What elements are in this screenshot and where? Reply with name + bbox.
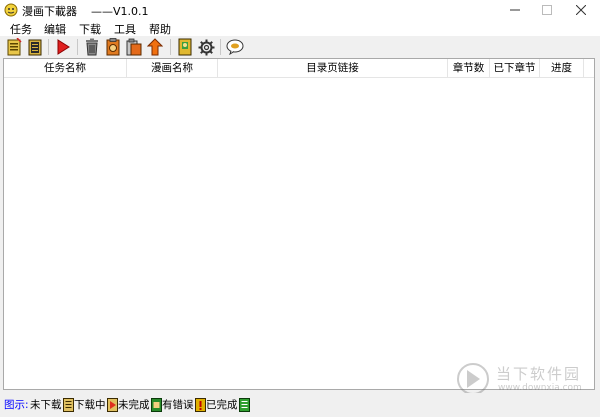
settings-button[interactable] — [196, 37, 216, 57]
new-task-button[interactable] — [4, 37, 24, 57]
clipboard-copy-icon — [106, 38, 120, 56]
not-downloaded-icon — [62, 397, 74, 412]
incomplete-icon — [150, 397, 162, 412]
legend-label: 未完成 — [118, 399, 150, 411]
column-header-progress[interactable]: 进度 — [540, 59, 584, 77]
book-button[interactable] — [175, 37, 195, 57]
site-watermark: 当下软件园 www.downxia.com — [456, 362, 596, 396]
legend-label: 有错误 — [162, 399, 194, 411]
watermark-url: www.downxia.com — [498, 383, 582, 393]
menu-download[interactable]: 下载 — [77, 21, 103, 37]
watermark-text: 当下软件园 — [496, 365, 582, 383]
watermark-logo-icon — [457, 363, 489, 395]
delete-icon — [86, 38, 98, 56]
task-list[interactable]: 任务名称 漫画名称 目录页链接 章节数 已下章节 进度 — [3, 58, 595, 390]
about-button[interactable] — [225, 37, 245, 57]
legend-downloading: 下载中 — [74, 397, 118, 412]
legend-title: 图示: — [4, 399, 29, 411]
toolbar-separator — [220, 39, 221, 55]
task-list-header: 任务名称 漫画名称 目录页链接 章节数 已下章节 进度 — [4, 59, 594, 78]
new-task-icon — [7, 38, 22, 56]
column-header-chapter-count[interactable]: 章节数 — [448, 59, 490, 77]
maximize-icon — [542, 5, 552, 15]
menu-tools[interactable]: 工具 — [112, 21, 138, 37]
toolbar-separator — [77, 39, 78, 55]
app-icon — [4, 3, 18, 17]
toolbar-separator — [170, 39, 171, 55]
delete-button[interactable] — [82, 37, 102, 57]
legend-completed: 已完成 — [206, 397, 250, 412]
copy-button[interactable] — [103, 37, 123, 57]
close-icon — [576, 5, 586, 15]
close-button[interactable] — [564, 0, 598, 20]
book-icon — [178, 38, 192, 56]
legend-label: 未下载 — [30, 399, 62, 411]
column-header-downloaded-chapters[interactable]: 已下章节 — [490, 59, 540, 77]
minimize-button[interactable] — [498, 0, 532, 20]
title-bar[interactable]: 漫画下載器 ——V1.0.1 — [0, 0, 600, 20]
task-list-icon — [28, 39, 42, 56]
paste-button[interactable] — [124, 37, 144, 57]
legend-label: 已完成 — [206, 399, 238, 411]
completed-icon — [238, 397, 250, 412]
move-up-icon — [147, 38, 163, 56]
legend-label: 下载中 — [74, 399, 106, 411]
menu-task[interactable]: 任务 — [8, 21, 34, 37]
column-header-task-name[interactable]: 任务名称 — [4, 59, 127, 77]
column-header-comic-name[interactable]: 漫画名称 — [127, 59, 218, 77]
window-title: 漫画下載器 ——V1.0.1 — [22, 5, 149, 18]
toolbar-separator — [48, 39, 49, 55]
settings-icon — [198, 39, 214, 55]
legend-incomplete: 未完成 — [118, 397, 162, 412]
column-header-catalog-url[interactable]: 目录页链接 — [218, 59, 448, 77]
toolbar — [0, 36, 600, 58]
start-download-icon — [57, 39, 70, 55]
legend-not-downloaded: 未下载 — [30, 397, 74, 412]
menu-help[interactable]: 帮助 — [147, 21, 173, 37]
maximize-button[interactable] — [530, 0, 564, 20]
move-up-button[interactable] — [145, 37, 165, 57]
paste-icon — [126, 38, 142, 56]
menu-bar: 任务 编辑 下载 工具 帮助 — [0, 20, 600, 36]
minimize-icon — [510, 9, 520, 11]
start-download-button[interactable] — [53, 37, 73, 57]
app-window: 漫画下載器 ——V1.0.1 任务 编辑 下载 工具 帮助 任务名称 漫画名称 … — [0, 0, 600, 417]
status-bar: 图示: 未下载 下载中 未完成 有错误 已完成 — [0, 393, 600, 417]
menu-edit[interactable]: 编辑 — [42, 21, 68, 37]
legend-error: 有错误 — [162, 397, 206, 412]
task-list-button[interactable] — [25, 37, 45, 57]
error-icon — [194, 397, 206, 412]
about-icon — [226, 39, 244, 55]
downloading-icon — [106, 397, 118, 412]
